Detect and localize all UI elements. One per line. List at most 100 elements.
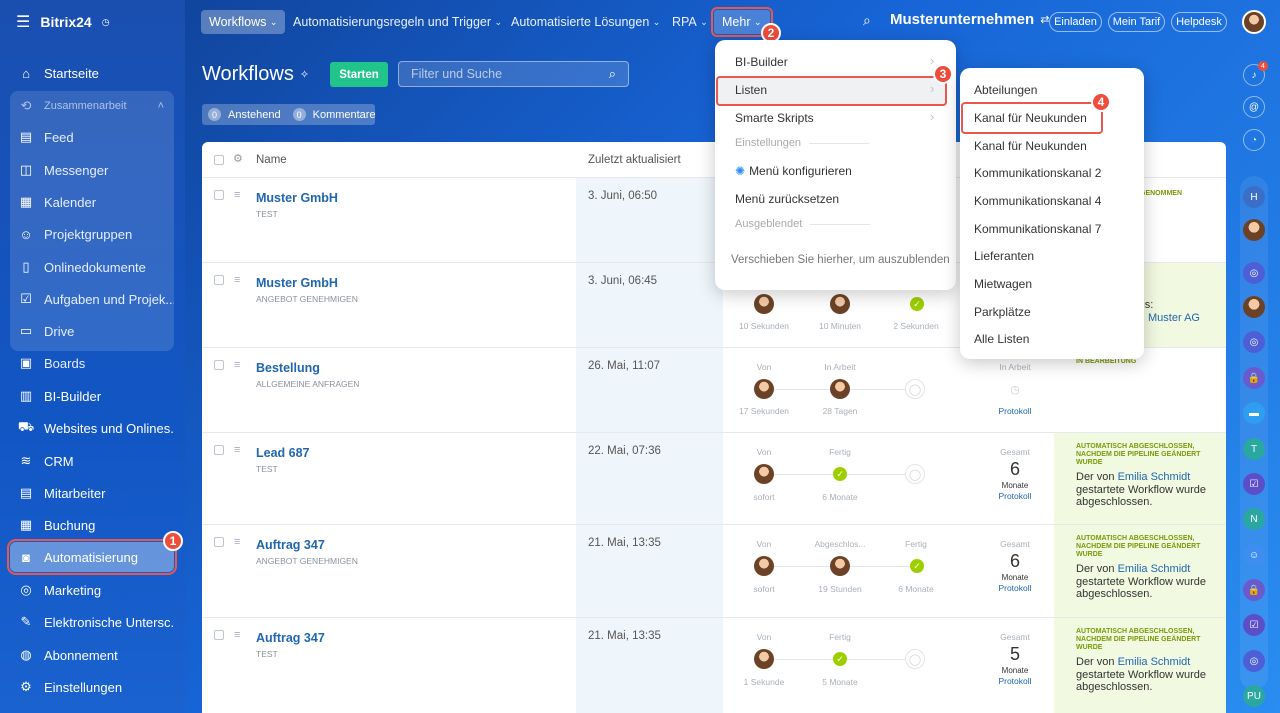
group-icon[interactable]: ☺ (1243, 544, 1265, 566)
sidebar-item-mitarbeiter[interactable]: ▤ Mitarbeiter (10, 478, 174, 508)
invite-button[interactable]: Einladen (1049, 12, 1102, 32)
sidebar-item-feed[interactable]: ▤ Feed (10, 122, 174, 152)
list-item-lieferanten[interactable]: Lieferanten (974, 249, 1034, 263)
row-checkbox[interactable] (214, 537, 224, 547)
table-row[interactable]: ≡ Auftrag 347 TEST 21. Mai, 13:35 Von Fe… (202, 617, 1226, 713)
row-name-link[interactable]: Auftrag 347 (256, 631, 325, 645)
logo[interactable]: ☰ Bitrix24 ◷ (16, 12, 110, 32)
row-checkbox[interactable] (214, 630, 224, 640)
menu-item-smarte-skripts[interactable]: Smarte Skripts (735, 111, 814, 125)
sidebar-item-crm[interactable]: ≋ CRM (10, 446, 174, 476)
sidebar-item-onlinedokumente[interactable]: ▯ Onlinedokumente (10, 252, 174, 282)
counter-label-pending[interactable]: Anstehend (228, 109, 281, 121)
list-item-abteilungen[interactable]: Abteilungen (974, 83, 1037, 97)
counter-label-comments[interactable]: Kommentare (313, 109, 376, 121)
table-row[interactable]: ≡ Auftrag 347 ANGEBOT GENEHMIGEN 21. Mai… (202, 524, 1226, 617)
rail-chat-icon[interactable]: ◎ (1243, 331, 1265, 353)
start-button[interactable]: Starten (330, 62, 388, 87)
list-item-parkplaetze[interactable]: Parkplätze (974, 305, 1031, 319)
menu-reset[interactable]: Menü zurücksetzen (735, 192, 839, 206)
search-icon[interactable]: ⌕ (863, 12, 871, 29)
drag-handle-icon[interactable]: ≡ (234, 190, 245, 201)
pin-icon[interactable]: ✧ (300, 68, 309, 81)
message-icon[interactable]: ▬ (1243, 402, 1265, 424)
list-item-kanal-neukunden-2[interactable]: Kanal für Neukunden (974, 139, 1087, 153)
user-avatar[interactable] (830, 556, 850, 576)
rail-avatar[interactable] (1243, 296, 1265, 318)
sidebar-item-automatisierung[interactable]: ◙ Automatisierung (7, 539, 177, 575)
sidebar-item-messenger[interactable]: ◫ Messenger (10, 155, 174, 185)
rail-chat-pu[interactable]: PU (1243, 685, 1265, 707)
sidebar-item-einstellungen[interactable]: ⚙ Einstellungen (10, 672, 174, 702)
tab-automatisierte-loesungen[interactable]: Automatisierte Lösungen ⌄ (511, 10, 660, 34)
rail-chat-icon[interactable]: ◎ (1243, 262, 1265, 284)
menu-item-bi-builder[interactable]: BI-Builder (735, 55, 788, 69)
user-link[interactable]: Emilia Schmidt (1118, 563, 1191, 575)
helpdesk-button[interactable]: Helpdesk (1171, 12, 1227, 32)
protokoll-link[interactable]: Protokoll (985, 583, 1045, 593)
task-icon[interactable]: ☑ (1243, 473, 1265, 495)
list-item-kommunikationskanal-7[interactable]: Kommunikationskanal 7 (974, 222, 1101, 236)
sidebar-item-drive[interactable]: ▭ Drive (10, 316, 174, 346)
drag-handle-icon[interactable]: ≡ (234, 360, 245, 371)
rail-avatar[interactable] (1243, 219, 1265, 241)
row-name-link[interactable]: Auftrag 347 (256, 538, 325, 552)
rail-chat-icon[interactable]: ◎ (1243, 650, 1265, 672)
drag-handle-icon[interactable]: ≡ (234, 275, 245, 286)
sidebar-item-startseite[interactable]: ⌂ Startseite (10, 58, 174, 88)
list-item-kanal-neukunden[interactable]: Kanal für Neukunden (974, 111, 1087, 125)
protokoll-link[interactable]: Protokoll (985, 406, 1045, 416)
row-checkbox[interactable] (214, 190, 224, 200)
sidebar-item-bi-builder[interactable]: ▥ BI-Builder (10, 381, 174, 411)
task-icon[interactable]: ☑ (1243, 614, 1265, 636)
lock-icon[interactable]: 🔒 (1243, 367, 1265, 389)
sidebar-item-buchung[interactable]: ▦ Buchung (10, 510, 174, 540)
sidebar-item-projektgruppen[interactable]: ☺ Projektgruppen (10, 219, 174, 249)
row-checkbox[interactable] (214, 275, 224, 285)
user-avatar[interactable] (754, 464, 774, 484)
row-name-link[interactable]: Muster GmbH (256, 276, 338, 290)
user-avatar[interactable] (754, 649, 774, 669)
row-checkbox[interactable] (214, 445, 224, 455)
rail-chat-t[interactable]: T (1243, 438, 1265, 460)
user-avatar[interactable] (830, 294, 850, 314)
row-name-link[interactable]: Muster GmbH (256, 191, 338, 205)
tab-workflows[interactable]: Workflows ⌄ (201, 10, 286, 34)
column-header-name[interactable]: Name (256, 142, 287, 177)
drag-handle-icon[interactable]: ≡ (234, 537, 245, 548)
protokoll-link[interactable]: Protokoll (985, 676, 1045, 686)
menu-configure[interactable]: ✺ Menü konfigurieren (735, 164, 852, 178)
chat-bubble-icon[interactable]: ◔ (1243, 129, 1265, 151)
list-item-kommunikationskanal-2[interactable]: Kommunikationskanal 2 (974, 166, 1101, 180)
table-row[interactable]: ≡ Lead 687 TEST 22. Mai, 07:36 Von Ferti… (202, 432, 1226, 524)
user-avatar[interactable] (754, 379, 774, 399)
sidebar-item-kalender[interactable]: ▦ Kalender (10, 187, 174, 217)
tariff-button[interactable]: Mein Tarif (1108, 12, 1165, 32)
user-link[interactable]: Emilia Schmidt (1118, 471, 1191, 483)
sidebar-item-aufgaben[interactable]: ☑ Aufgaben und Projek... (10, 284, 174, 314)
menu-icon[interactable]: ☰ (16, 12, 30, 32)
column-header-updated[interactable]: Zuletzt aktualisiert (588, 142, 681, 177)
user-avatar[interactable] (754, 556, 774, 576)
sidebar-item-abonnement[interactable]: ◍ Abonnement (10, 640, 174, 670)
user-avatar[interactable] (830, 379, 850, 399)
user-avatar[interactable] (754, 294, 774, 314)
rail-chat-n[interactable]: N (1243, 508, 1265, 530)
rail-chat-h[interactable]: H (1243, 186, 1265, 208)
table-row[interactable]: ≡ Bestellung ALLGEMEINE ANFRAGEN 26. Mai… (202, 347, 1226, 432)
row-checkbox[interactable] (214, 360, 224, 370)
sidebar-item-websites[interactable]: ⛟ Websites und Onlines... (10, 413, 174, 443)
chevron-up-icon[interactable]: ˄ (158, 100, 164, 112)
search-icon[interactable]: ⌕ (609, 66, 616, 82)
search-input[interactable]: Filter und Suche ⌕ (398, 61, 629, 87)
drag-handle-icon[interactable]: ≡ (234, 630, 245, 641)
company-name[interactable]: Musterunternehmen ⇄ (890, 11, 1049, 28)
protokoll-link[interactable]: Protokoll (985, 491, 1045, 501)
tab-automatisierungsregeln[interactable]: Automatisierungsregeln und Trigger ⌄ (293, 10, 502, 34)
lock-icon[interactable]: 🔒 (1243, 579, 1265, 601)
list-item-kommunikationskanal-4[interactable]: Kommunikationskanal 4 (974, 194, 1101, 208)
drag-handle-icon[interactable]: ≡ (234, 445, 245, 456)
sidebar-item-marketing[interactable]: ◎ Marketing (10, 575, 174, 605)
list-item-alle-listen[interactable]: Alle Listen (974, 332, 1029, 346)
row-name-link[interactable]: Bestellung (256, 361, 320, 375)
